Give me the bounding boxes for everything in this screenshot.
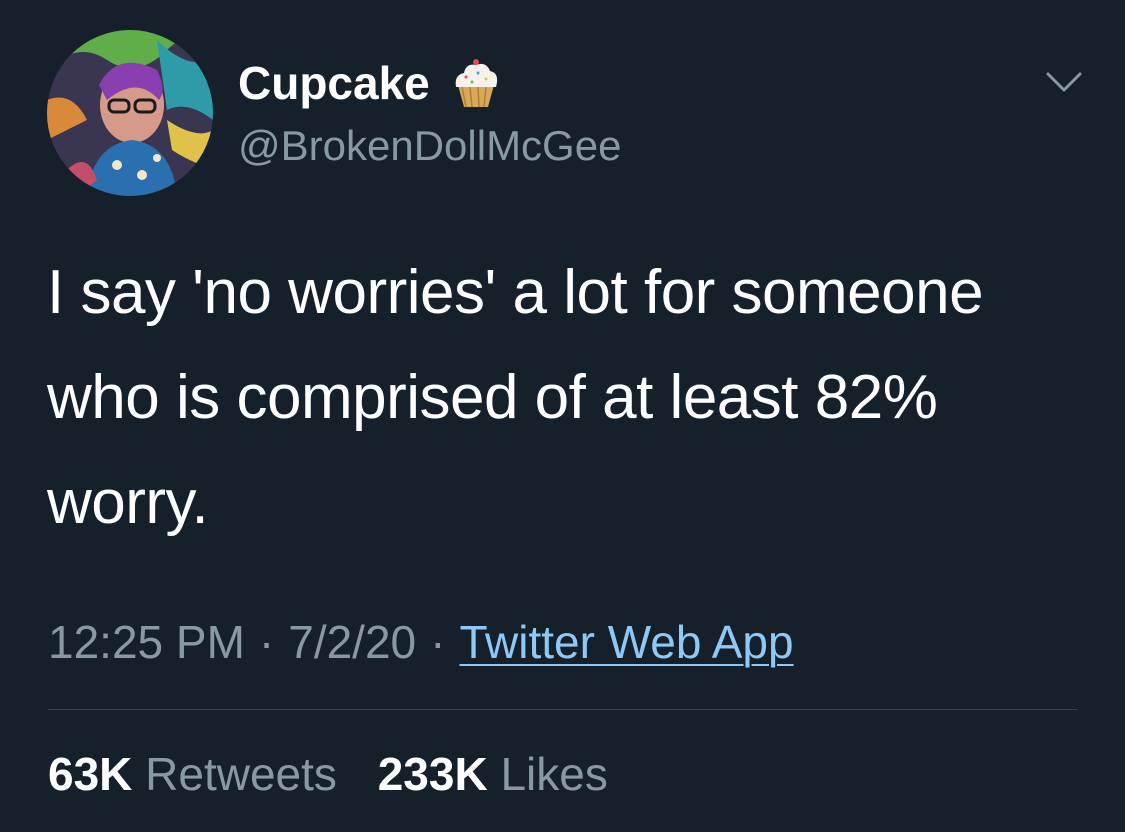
chevron-down-icon[interactable]	[1042, 64, 1086, 100]
tweet-stats: 63K Retweets 233K Likes	[48, 744, 636, 804]
separator: ·	[258, 616, 275, 668]
display-name[interactable]: Cupcake	[238, 55, 504, 111]
avatar-image	[47, 30, 213, 196]
divider	[48, 709, 1077, 710]
user-handle[interactable]: @BrokenDollMcGee	[238, 121, 621, 171]
tweet-metadata: 12:25 PM · 7/2/20 · Twitter Web App	[48, 612, 794, 672]
display-name-text: Cupcake	[238, 57, 430, 109]
tweet-card: Cupcake @BrokenDollMcGee I say 'no worri…	[0, 0, 1125, 832]
cupcake-emoji-icon	[448, 55, 504, 111]
tweet-source-link[interactable]: Twitter Web App	[459, 616, 793, 668]
retweets-label: Retweets	[145, 748, 337, 800]
retweets-stat[interactable]: 63K Retweets	[48, 748, 337, 800]
retweets-count: 63K	[48, 748, 133, 800]
user-avatar[interactable]	[47, 30, 213, 196]
separator: ·	[430, 616, 446, 668]
tweet-text: I say 'no worries' a lot for someone who…	[47, 258, 984, 537]
tweet-date[interactable]: 7/2/20	[288, 616, 416, 668]
likes-stat[interactable]: 233K Likes	[378, 748, 608, 800]
likes-label: Likes	[500, 748, 608, 800]
likes-count: 233K	[377, 748, 488, 800]
tweet-time[interactable]: 12:25 PM	[48, 616, 245, 668]
